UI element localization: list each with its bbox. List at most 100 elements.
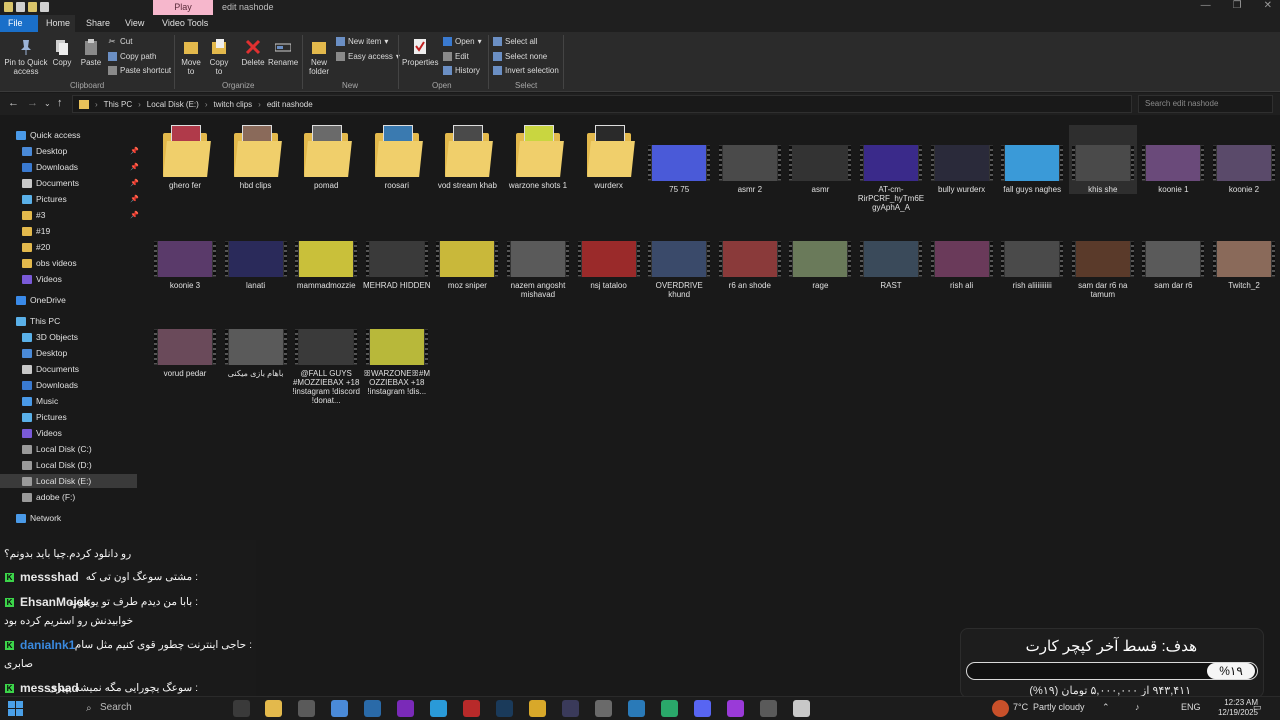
notification-icon[interactable]: ▭ bbox=[1253, 702, 1262, 713]
sidebar-item[interactable]: Local Disk (E:) bbox=[0, 474, 137, 488]
sidebar-item[interactable]: Videos bbox=[22, 272, 62, 286]
video-file-item[interactable]: bully wurderx bbox=[928, 125, 996, 194]
video-file-item[interactable]: sam dar r6 na tamum bbox=[1069, 241, 1137, 299]
breadcrumb-item[interactable]: Local Disk (E:) bbox=[147, 100, 199, 109]
r-app-icon[interactable] bbox=[397, 700, 414, 717]
video-file-item[interactable]: mammadmozzie bbox=[292, 241, 360, 290]
sidebar-item[interactable]: obs videos bbox=[22, 256, 77, 270]
recent-chevron-icon[interactable]: ⌄ bbox=[44, 99, 51, 108]
windows-start-icon[interactable] bbox=[8, 701, 23, 716]
tab-video-tools[interactable]: Video Tools bbox=[154, 15, 216, 32]
address-input[interactable]: › This PC › Local Disk (E:) › twitch clips › ed… bbox=[72, 95, 1132, 113]
new-item-button[interactable]: New item ▾ bbox=[336, 37, 388, 46]
video-file-item[interactable]: @FALL GUYS #MOZZIEBAX +18 !instagram !di… bbox=[292, 329, 360, 405]
language-indicator[interactable]: ENG bbox=[1181, 702, 1201, 712]
taskbar-search[interactable]: Search bbox=[100, 702, 132, 713]
tab-file[interactable]: File bbox=[0, 15, 38, 32]
move-to-button[interactable]: Move to bbox=[180, 38, 202, 76]
breadcrumb-item[interactable]: This PC bbox=[104, 100, 132, 109]
video-file-item[interactable]: r6 an shode bbox=[716, 241, 784, 290]
sidebar-item[interactable]: Downloads 📌 bbox=[22, 160, 139, 174]
select-none-button[interactable]: Select none bbox=[493, 52, 547, 61]
steam-icon[interactable] bbox=[496, 700, 513, 717]
sidebar-item[interactable]: Local Disk (D:) bbox=[22, 458, 92, 472]
file-explorer-icon[interactable] bbox=[265, 700, 282, 717]
video-file-item[interactable]: Twitch_2 bbox=[1210, 241, 1278, 290]
folder-item[interactable]: warzone shots 1 bbox=[504, 125, 572, 190]
sidebar-item[interactable]: Pictures bbox=[22, 410, 67, 424]
folder-item[interactable]: pomad bbox=[292, 125, 360, 190]
folder-item[interactable]: roosari bbox=[363, 125, 431, 190]
close-icon[interactable]: ✕ bbox=[1264, 0, 1272, 11]
up-arrow-icon[interactable]: ↑ bbox=[57, 97, 63, 109]
folder-item[interactable]: vod stream khab bbox=[433, 125, 501, 190]
app-icon[interactable] bbox=[562, 700, 579, 717]
video-file-item[interactable]: rish ali bbox=[928, 241, 996, 290]
sidebar-this-pc[interactable]: This PC bbox=[16, 314, 60, 328]
sidebar-item[interactable]: Music bbox=[22, 394, 58, 408]
sidebar-item[interactable]: Pictures 📌 bbox=[22, 192, 139, 206]
sidebar-item[interactable]: Local Disk (C:) bbox=[22, 442, 92, 456]
rename-button[interactable]: Rename bbox=[268, 38, 298, 67]
sidebar-item[interactable]: Documents bbox=[22, 362, 79, 376]
breadcrumb-separator-icon[interactable]: › bbox=[205, 100, 208, 109]
breadcrumb-item[interactable]: twitch clips bbox=[213, 100, 252, 109]
tab-share[interactable]: Share bbox=[78, 15, 118, 32]
video-file-item[interactable]: asmr bbox=[786, 125, 854, 194]
app-icon[interactable] bbox=[793, 700, 810, 717]
breadcrumb-separator-icon[interactable]: › bbox=[258, 100, 261, 109]
folder-item[interactable]: ghero fer bbox=[151, 125, 219, 190]
video-file-item[interactable]: MEHRAD HIDDEN bbox=[363, 241, 431, 290]
volume-icon[interactable]: ♪ bbox=[1135, 702, 1140, 712]
video-file-item[interactable]: koonie 2 bbox=[1210, 125, 1278, 194]
folder-item[interactable]: hbd clips bbox=[222, 125, 290, 190]
delete-button[interactable]: Delete bbox=[240, 38, 266, 67]
play-context-tab[interactable]: Play bbox=[153, 0, 213, 15]
forward-arrow-icon[interactable]: → bbox=[27, 97, 38, 109]
sidebar-item[interactable]: Videos bbox=[22, 426, 62, 440]
invert-selection-button[interactable]: Invert selection bbox=[493, 66, 559, 75]
tab-home[interactable]: Home bbox=[38, 15, 75, 32]
sidebar-item[interactable]: adobe (F:) bbox=[22, 490, 75, 504]
sidebar-network[interactable]: Network bbox=[16, 511, 61, 525]
copy-path-button[interactable]: Copy path bbox=[108, 52, 156, 61]
video-file-item[interactable]: sam dar r6 bbox=[1139, 241, 1207, 290]
video-file-item[interactable]: RAST bbox=[857, 241, 925, 290]
properties-button[interactable]: Properties bbox=[402, 38, 438, 67]
app-icon[interactable] bbox=[628, 700, 645, 717]
video-file-item[interactable]: ꕥWARZONEꕥ#MOZZIEBAX +18 !instagram !dis.… bbox=[363, 329, 431, 396]
tray-chevron-icon[interactable]: ⌃ bbox=[1102, 702, 1110, 713]
paste-button[interactable]: Paste bbox=[80, 38, 102, 67]
video-file-item[interactable]: 75 75 bbox=[645, 125, 713, 194]
maximize-icon[interactable]: ❐ bbox=[1233, 0, 1242, 11]
edge-icon[interactable] bbox=[661, 700, 678, 717]
breadcrumb-item[interactable]: edit nashode bbox=[267, 100, 313, 109]
back-arrow-icon[interactable]: ← bbox=[8, 97, 19, 109]
obs-icon[interactable] bbox=[298, 700, 315, 717]
voicemeeter-icon[interactable] bbox=[463, 700, 480, 717]
video-file-item[interactable]: OVERDRIVE khund bbox=[645, 241, 713, 299]
video-file-item[interactable]: moz sniper bbox=[433, 241, 501, 290]
sidebar-item[interactable]: Desktop 📌 bbox=[22, 144, 139, 158]
copy-button[interactable]: Copy bbox=[52, 38, 72, 67]
breadcrumb-separator-icon[interactable]: › bbox=[95, 100, 98, 109]
clock[interactable]: 12:23 AM 12/19/2025 bbox=[1218, 698, 1258, 718]
video-file-item[interactable]: AT-cm-RirPCRF_hyTm6EgyAphA_A bbox=[857, 125, 925, 212]
sidebar-quick-access[interactable]: Quick access bbox=[16, 128, 81, 142]
sidebar-item[interactable]: Desktop bbox=[22, 346, 67, 360]
video-file-item[interactable]: nsj tataloo bbox=[575, 241, 643, 290]
cut-button[interactable]: ✂ Cut bbox=[108, 37, 132, 46]
video-file-item[interactable]: باهام بازی میکنی bbox=[222, 329, 290, 378]
video-file-item[interactable]: khis she bbox=[1068, 125, 1137, 194]
twitch-icon[interactable] bbox=[727, 700, 744, 717]
breadcrumb-separator-icon[interactable]: › bbox=[138, 100, 141, 109]
video-file-item[interactable]: lanati bbox=[222, 241, 290, 290]
sidebar-onedrive[interactable]: OneDrive bbox=[16, 293, 66, 307]
sidebar-item[interactable]: #20 bbox=[22, 240, 50, 254]
chrome-icon[interactable] bbox=[529, 700, 546, 717]
sidebar-item[interactable]: #19 bbox=[22, 224, 50, 238]
video-file-item[interactable]: koonie 1 bbox=[1139, 125, 1207, 194]
settings-gear-icon[interactable] bbox=[595, 700, 612, 717]
quick-access-toolbar[interactable] bbox=[4, 2, 49, 12]
copilot-icon[interactable] bbox=[331, 700, 348, 717]
